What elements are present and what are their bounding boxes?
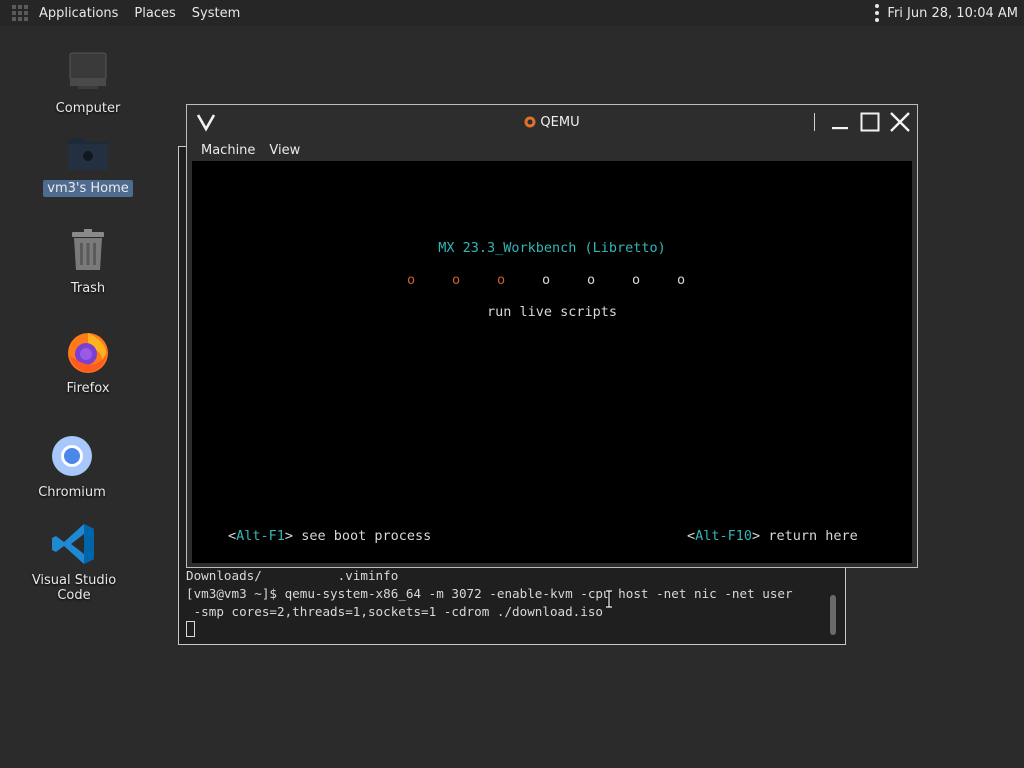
desktop-icon-vscode[interactable]: Visual Studio Code <box>14 520 134 604</box>
terminal-line: [vm3@vm3 ~]$ qemu-system-x86_64 -m 3072 … <box>186 586 793 601</box>
hint-text: see boot process <box>293 528 432 544</box>
boot-progress-dots: o o o o o o o <box>407 272 722 288</box>
terminal-cursor <box>186 621 195 637</box>
qemu-window[interactable]: QEMU Machine View MX 23.3_Workbench (Lib… <box>186 104 918 568</box>
desktop-icon-label: Visual Studio Code <box>31 573 117 603</box>
menu-machine[interactable]: Machine <box>194 143 262 158</box>
window-menu-v-icon[interactable] <box>195 111 217 133</box>
close-button[interactable] <box>887 109 913 135</box>
hint-return-here: <Alt-F10> return here <box>687 528 858 544</box>
progress-dot: o <box>677 272 686 288</box>
computer-icon <box>64 48 112 96</box>
hint-boot-process: <Alt-F1> see boot process <box>228 528 431 544</box>
hint-bracket: < <box>687 528 696 544</box>
hint-key: Alt-F1 <box>236 528 285 544</box>
boot-status: run live scripts <box>486 304 618 320</box>
firefox-icon <box>64 328 112 376</box>
terminal-line: Downloads/ .viminfo <box>186 568 399 583</box>
chromium-icon <box>48 432 96 480</box>
desktop-icon-trash[interactable]: Trash <box>28 228 148 297</box>
hint-text: return here <box>760 528 858 544</box>
hint-key: Alt-F10 <box>695 528 753 544</box>
progress-dot: o <box>542 272 551 288</box>
panel-overflow-icon[interactable] <box>875 4 880 22</box>
desktop-icon-home[interactable]: vm3's Home <box>28 128 148 197</box>
menu-view[interactable]: View <box>262 143 307 158</box>
maximize-button[interactable] <box>857 109 883 135</box>
text-cursor-icon <box>606 590 612 608</box>
terminal-line: -smp cores=2,threads=1,sockets=1 -cdrom … <box>186 604 604 619</box>
home-folder-icon <box>64 128 112 176</box>
trash-icon <box>64 228 112 276</box>
hint-bracket: > <box>752 528 761 544</box>
system-menu[interactable]: System <box>187 6 245 21</box>
progress-dot: o <box>407 272 416 288</box>
hint-bracket: < <box>228 528 237 544</box>
vm-display[interactable]: MX 23.3_Workbench (Libretto) o o o o o o… <box>192 161 912 563</box>
maximize-icon <box>860 112 880 132</box>
desktop-icon-label: Firefox <box>66 381 110 396</box>
titlebar-separator <box>814 113 815 131</box>
progress-dot: o <box>497 272 506 288</box>
progress-dot: o <box>632 272 641 288</box>
places-menu[interactable]: Places <box>129 6 180 21</box>
clock[interactable]: Fri Jun 28, 10:04 AM <box>887 6 1018 21</box>
hint-bracket: > <box>284 528 294 544</box>
top-panel: Applications Places System Fri Jun 28, 1… <box>0 0 1024 26</box>
qemu-titlebar[interactable]: QEMU <box>187 105 917 139</box>
minimize-icon <box>832 127 848 130</box>
desktop-icon-computer[interactable]: Computer <box>28 48 148 117</box>
desktop-icon-label: Chromium <box>38 485 106 500</box>
desktop-icon-label: vm3's Home <box>43 180 133 197</box>
qemu-menubar: Machine View <box>187 139 917 161</box>
terminal-output[interactable]: Downloads/ .viminfo [vm3@vm3 ~]$ qemu-sy… <box>186 567 831 639</box>
desktop-icon-label: Trash <box>70 281 106 296</box>
desktop-icon-label: Computer <box>55 101 121 116</box>
terminal-scrollbar[interactable] <box>830 595 836 635</box>
applications-grid-icon[interactable] <box>12 5 28 21</box>
qemu-logo-icon <box>524 116 536 128</box>
window-title: QEMU <box>540 114 580 130</box>
desktop-icon-chromium[interactable]: Chromium <box>12 432 132 501</box>
progress-dot: o <box>452 272 461 288</box>
minimize-button[interactable] <box>827 109 853 135</box>
boot-title: MX 23.3_Workbench (Libretto) <box>438 240 666 256</box>
progress-dot: o <box>587 272 596 288</box>
desktop-icon-firefox[interactable]: Firefox <box>28 328 148 397</box>
vscode-icon <box>50 520 98 568</box>
close-icon <box>890 112 910 132</box>
applications-menu[interactable]: Applications <box>34 6 123 21</box>
